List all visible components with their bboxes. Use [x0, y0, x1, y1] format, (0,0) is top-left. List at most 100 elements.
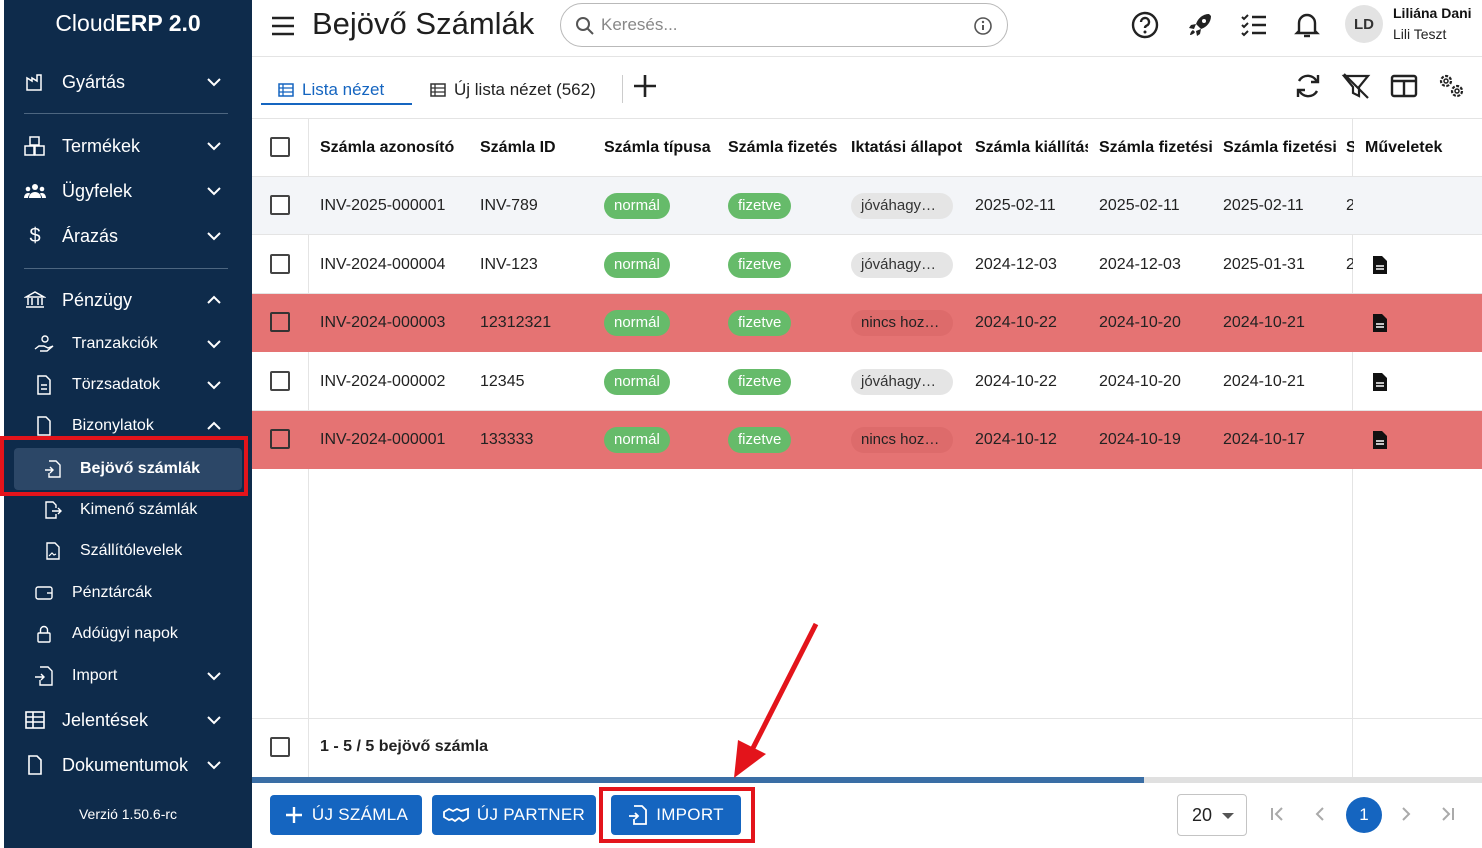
avatar[interactable]: LD [1345, 5, 1383, 43]
tab-uj-lista-nezet[interactable]: Új lista nézet (562) [430, 75, 596, 105]
sidebar-item-termekek[interactable]: Termékek [4, 126, 252, 166]
filing-cell: jóváhagyás alatt [851, 353, 965, 411]
view-tabs: Lista nézet Új lista nézet (562) [252, 57, 1482, 119]
column-header[interactable]: S [1346, 119, 1354, 177]
rocket-icon[interactable] [1185, 10, 1215, 40]
sidebar-item-penztarcak[interactable]: Pénztárcák [4, 573, 252, 613]
column-header[interactable]: Számla fizetési [1099, 119, 1212, 177]
truncated-cell: 2 [1346, 255, 1353, 273]
due-date: 2024-10-17 [1223, 431, 1305, 448]
row-checkbox[interactable] [270, 429, 290, 449]
annotation-highlight-box [599, 787, 755, 843]
user-name[interactable]: Liliána Dani [1393, 5, 1472, 21]
search-input[interactable] [601, 12, 961, 38]
filing-status-chip: jóváhagyás alatt [851, 193, 953, 219]
dollar-icon: $ [29, 224, 41, 247]
handshake-icon [443, 807, 469, 823]
last-page-icon[interactable] [1438, 804, 1458, 824]
checklist-icon[interactable] [1239, 10, 1269, 40]
sidebar-item-dokumentumok[interactable]: Dokumentumok [4, 745, 252, 785]
payment-date: 2024-10-20 [1099, 314, 1181, 331]
sidebar-item-tranzakciok[interactable]: Tranzakciók [4, 324, 252, 364]
payment-date: 2025-02-11 [1099, 197, 1180, 214]
column-header[interactable]: Számla ID [480, 119, 592, 177]
menu-icon[interactable] [269, 12, 297, 40]
column-header[interactable]: Számla fizetés [728, 119, 840, 177]
sidebar-item-arazas[interactable]: $ Árazás [4, 216, 252, 256]
factory-icon [24, 71, 46, 93]
settings-icon[interactable] [1436, 71, 1466, 101]
column-header[interactable]: Iktatási állapot [851, 119, 965, 177]
file-icon [24, 754, 46, 776]
table-row[interactable]: INV-2024-000003 12312321 normál fizetve ninc… [252, 294, 1482, 352]
sidebar-item-szallitolevelek[interactable]: Szállítólevelek [4, 531, 252, 571]
brand-logo[interactable]: CloudERP 2.0 [4, 10, 252, 37]
page-1-button[interactable]: 1 [1346, 797, 1382, 833]
truncated-cell [1346, 353, 1353, 411]
first-page-icon[interactable] [1267, 804, 1287, 824]
table-icon [24, 709, 46, 731]
boxes-icon [24, 135, 46, 157]
sidebar-item-penzugy[interactable]: Pénzügy [4, 280, 252, 320]
info-icon[interactable] [973, 16, 993, 36]
invoice-table: Számla azonosító Számla ID Számla típusa… [252, 119, 1482, 777]
help-icon[interactable] [1130, 10, 1160, 40]
tab-lista-nezet[interactable]: Lista nézet [278, 75, 384, 105]
row-checkbox[interactable] [270, 253, 290, 274]
table-row[interactable]: INV-2025-000001 INV-789 normál fizetve jóváh… [252, 177, 1482, 235]
row-checkbox[interactable] [270, 312, 290, 332]
document-icon[interactable] [1372, 353, 1392, 411]
column-header[interactable]: Számla kiállítás [975, 119, 1088, 177]
payment-cell: fizetve [728, 236, 840, 294]
table-row[interactable]: INV-2024-000002 12345 normál fizetve jóváhag… [252, 353, 1482, 411]
sidebar-item-adougyi-napok[interactable]: Adóügyi napok [4, 614, 252, 654]
invoice-id: INV-789 [480, 197, 538, 214]
search-box[interactable] [560, 3, 1008, 47]
next-page-icon[interactable] [1396, 804, 1416, 824]
bell-icon[interactable] [1292, 10, 1322, 40]
row-checkbox[interactable] [270, 370, 290, 391]
payment-cell: fizetve [728, 353, 840, 411]
sidebar-item-gyartas[interactable]: Gyártás [4, 62, 252, 102]
payment-cell: fizetve [728, 294, 840, 352]
filter-off-icon[interactable] [1341, 71, 1371, 101]
column-header[interactable]: Számla azonosító [320, 119, 470, 177]
new-invoice-button[interactable]: ÚJ SZÁMLA [270, 795, 422, 835]
document-icon[interactable] [1372, 236, 1392, 294]
new-partner-button[interactable]: ÚJ PARTNER [432, 795, 596, 835]
page-size-select[interactable]: 20 [1177, 794, 1247, 836]
plus-icon[interactable] [632, 73, 658, 99]
columns-icon[interactable] [1389, 71, 1419, 101]
sidebar-item-jelentesek[interactable]: Jelentések [4, 700, 252, 740]
sidebar-item-torzsadatok[interactable]: Törzsadatok [4, 365, 252, 405]
filing-cell: jóváhagyás alatt [851, 236, 965, 294]
table-row[interactable]: INV-2024-000004 INV-123 normál fizetve jóváh… [252, 236, 1482, 294]
invoice-identifier: INV-2025-000001 [320, 197, 446, 214]
payment-cell: fizetve [728, 177, 840, 235]
prev-page-icon[interactable] [1310, 804, 1330, 824]
footer-checkbox[interactable] [270, 737, 290, 757]
chevron-down-icon [207, 761, 221, 770]
payment-date: 2024-12-03 [1099, 255, 1181, 273]
divider [24, 268, 228, 269]
chevron-down-icon [207, 232, 221, 241]
import-icon [34, 666, 54, 686]
column-header[interactable]: Számla típusa [604, 119, 716, 177]
invoice-id: 133333 [480, 431, 534, 448]
refresh-icon[interactable] [1293, 71, 1323, 101]
row-checkbox[interactable] [270, 195, 290, 215]
sidebar-item-kimeno-szamlak[interactable]: Kimenő számlák [4, 490, 252, 530]
truncated-cell [1346, 294, 1353, 352]
issue-date: 2024-10-22 [975, 372, 1057, 390]
table-row[interactable]: INV-2024-000001 133333 normál fizetve nincs … [252, 411, 1482, 469]
chevron-down-icon [207, 716, 221, 725]
column-header[interactable]: Számla fizetési [1223, 119, 1336, 177]
annotation-highlight-box [0, 436, 248, 496]
sidebar-item-ugyfelek[interactable]: Ügyfelek [4, 171, 252, 211]
select-all-checkbox[interactable] [270, 137, 290, 157]
document-icon[interactable] [1372, 411, 1392, 469]
document-icon[interactable] [1372, 294, 1392, 352]
table-icon [430, 83, 446, 97]
due-date: 2024-10-21 [1223, 372, 1305, 390]
sidebar-item-import[interactable]: Import [4, 656, 252, 696]
